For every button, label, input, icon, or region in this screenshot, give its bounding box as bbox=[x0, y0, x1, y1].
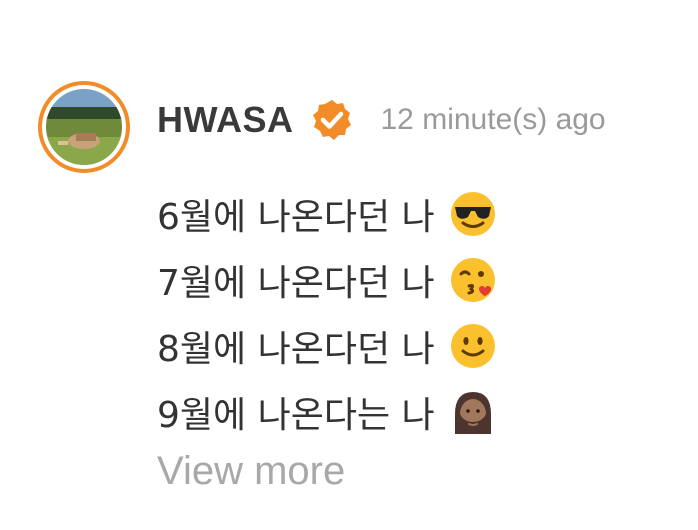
avatar-image bbox=[46, 89, 122, 165]
bearded-person-icon bbox=[449, 388, 497, 436]
post-line-text: 9월에 나온다는 나 bbox=[157, 395, 435, 436]
post-timestamp: 12 minute(s) ago bbox=[380, 103, 606, 136]
view-more-link[interactable]: View more bbox=[157, 449, 345, 494]
post-header: HWASA 12 minute(s) ago bbox=[157, 92, 606, 148]
post-line-text: 6월에 나온다던 나 bbox=[157, 197, 435, 238]
post-line-text: 8월에 나온다던 나 bbox=[157, 329, 435, 370]
post-line: 9월에 나온다는 나 bbox=[157, 379, 497, 445]
post-line: 7월에 나온다던 나 bbox=[157, 247, 497, 313]
post-line: 8월에 나온다던 나 bbox=[157, 313, 497, 379]
post-card: HWASA 12 minute(s) ago 6월에 나온다던 나 7월에 나온… bbox=[0, 0, 698, 530]
avatar[interactable] bbox=[38, 81, 130, 173]
author-name[interactable]: HWASA bbox=[157, 99, 294, 141]
slightly-smiling-face-icon bbox=[449, 322, 497, 370]
verified-check-icon bbox=[310, 98, 354, 142]
post-line-text: 7월에 나온다던 나 bbox=[157, 263, 435, 304]
post-line: 6월에 나온다던 나 bbox=[157, 181, 497, 247]
face-blowing-kiss-icon bbox=[449, 256, 497, 304]
post-body: 6월에 나온다던 나 7월에 나온다던 나 8월에 나온다던 나 9월에 나온다… bbox=[157, 181, 497, 445]
sunglasses-face-icon bbox=[449, 190, 497, 238]
